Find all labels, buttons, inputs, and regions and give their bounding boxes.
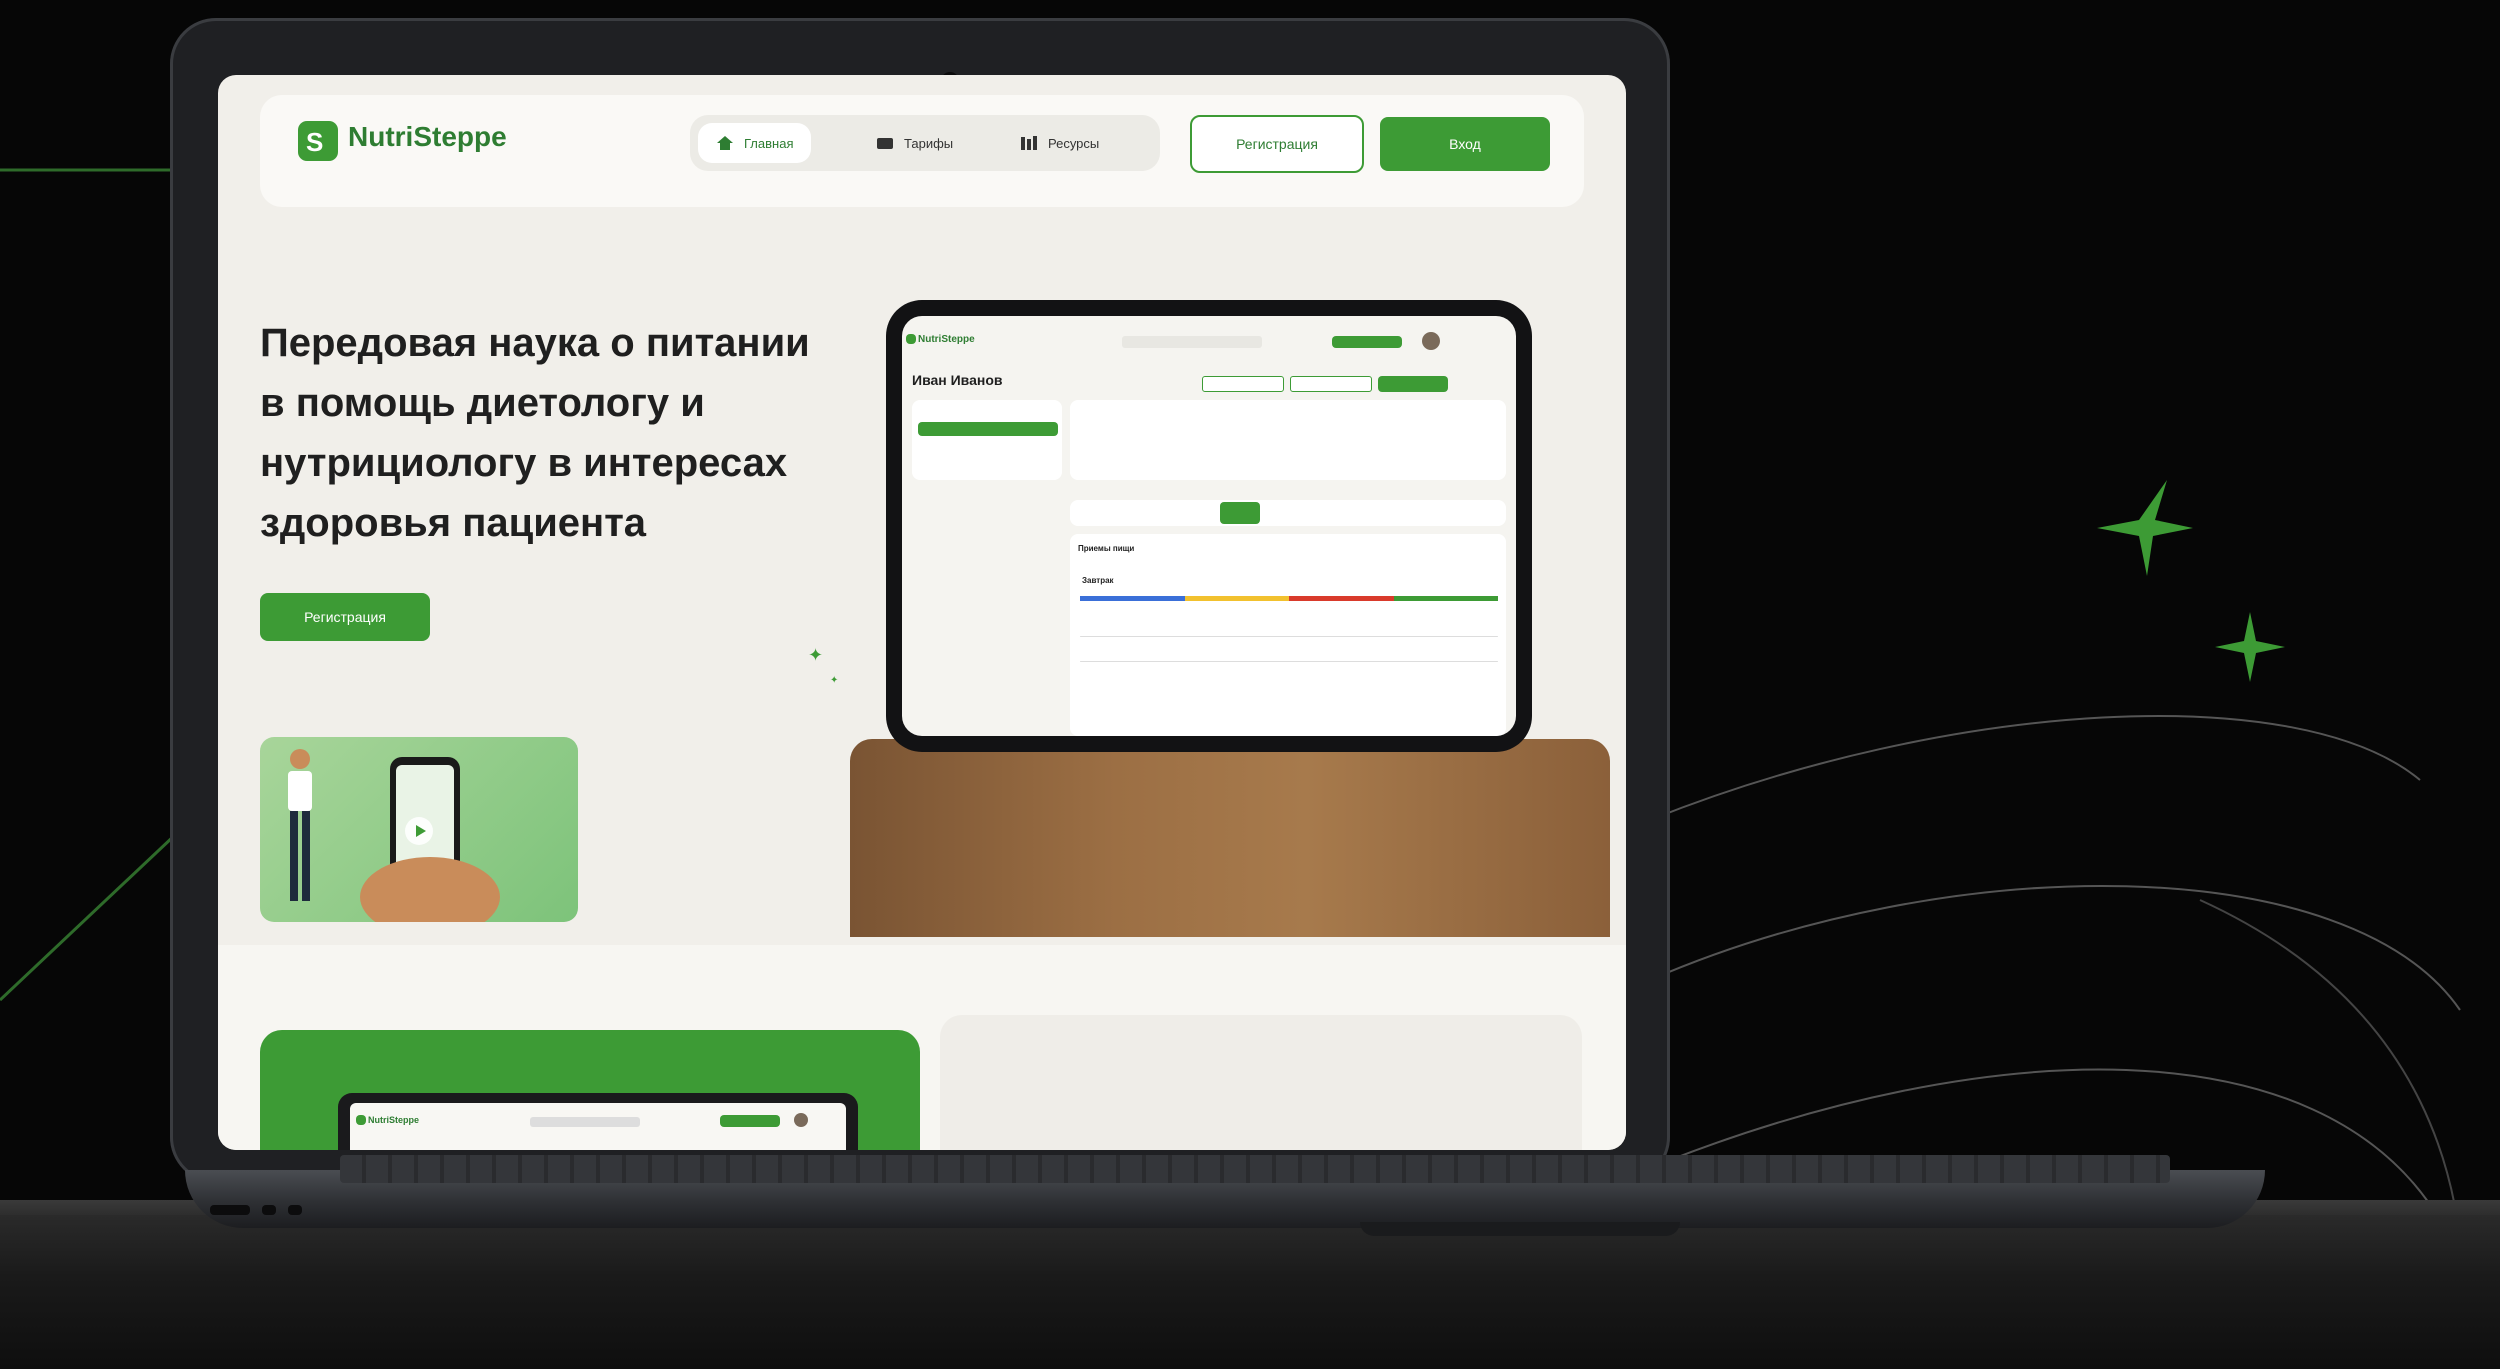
hero-title-line: Передовая наука о питании: [260, 321, 810, 365]
logo-icon[interactable]: S: [298, 121, 338, 161]
logo-icon: [906, 334, 916, 344]
tablet-sidebar-active: [918, 422, 1058, 436]
brand-name[interactable]: NutriSteppe: [348, 121, 507, 153]
tablet-brand: NutriSteppe: [918, 334, 975, 345]
resources-icon: [1021, 136, 1037, 150]
mini-laptop-screen: NutriSteppe: [350, 1103, 846, 1150]
play-icon[interactable]: [405, 817, 433, 845]
tablet-button: [1202, 376, 1284, 392]
tablet-day-strip: [1070, 500, 1506, 526]
port: [262, 1205, 276, 1215]
wooden-stand: [850, 739, 1610, 937]
tablet-profile-card: [1070, 400, 1506, 480]
tablet-action: [1332, 336, 1402, 348]
hero-title: Передовая наука о питании в помощь дието…: [260, 313, 900, 553]
tablet-meals-card: [1070, 534, 1506, 736]
nav-item-tariffs[interactable]: Тарифы: [858, 123, 971, 163]
mini-laptop-brand: NutriSteppe: [368, 1115, 420, 1125]
sparkle-icon: [2097, 480, 2193, 576]
tablet-device: NutriSteppe Иван Иванов Приемы пищи Завт…: [886, 300, 1532, 752]
laptop-keyboard: [340, 1155, 2170, 1183]
sparkle-icon: ✦: [808, 645, 824, 665]
sparkle-icon: ✦: [830, 675, 839, 686]
tariffs-icon: [877, 138, 893, 149]
port: [288, 1205, 302, 1215]
home-icon: [717, 136, 733, 150]
tablet-meals-heading: Приемы пищи: [1078, 544, 1135, 553]
video-preview[interactable]: [260, 737, 578, 922]
nav-item-label: Ресурсы: [1048, 135, 1100, 151]
laptop-screen: S NutriSteppe Главная Тарифы Ресурсы Рег…: [218, 75, 1626, 1150]
tablet-button: [1290, 376, 1372, 392]
nav-item-label: Главная: [744, 135, 794, 151]
logo-icon: [356, 1115, 366, 1125]
hero-title-line: здоровья пациента: [260, 501, 647, 545]
scene: S NutriSteppe Главная Тарифы Ресурсы Рег…: [0, 0, 2500, 1369]
tablet-macros-bar: [1080, 596, 1498, 601]
login-button[interactable]: Вход: [1380, 117, 1550, 171]
tablet-table-row: [1080, 636, 1498, 637]
hero-title-line: в помощь диетологу и: [260, 381, 705, 425]
sparkle-icon: [2215, 612, 2285, 682]
mini-laptop-preview: NutriSteppe: [338, 1093, 858, 1150]
feature-card-light: [940, 1015, 1582, 1150]
nav-item-resources[interactable]: Ресурсы: [1002, 123, 1117, 163]
mini-nav: [530, 1117, 640, 1127]
avatar: [794, 1113, 808, 1127]
tablet-table-row: [1080, 661, 1498, 662]
tablet-sidebar: [912, 400, 1062, 480]
tablet-patient-name: Иван Иванов: [912, 372, 1003, 388]
mini-action: [720, 1115, 780, 1127]
register-button[interactable]: Регистрация: [1190, 115, 1364, 173]
tablet-button: [1378, 376, 1448, 392]
tablet-nav: [1122, 336, 1262, 348]
top-navbar: S NutriSteppe Главная Тарифы Ресурсы Рег…: [260, 95, 1584, 207]
port: [210, 1205, 250, 1215]
hero-register-button[interactable]: Регистрация: [260, 593, 430, 641]
nav-item-label: Тарифы: [904, 135, 954, 151]
tablet-day-active: [1220, 502, 1260, 524]
hero-title-line: нутрициологу в интересах: [260, 441, 788, 485]
nav-tabs: Главная Тарифы Ресурсы: [690, 115, 1160, 171]
trackpad: [1360, 1222, 1680, 1236]
avatar: [1422, 332, 1440, 350]
tablet-screen: NutriSteppe Иван Иванов Приемы пищи Завт…: [902, 316, 1516, 736]
pedestal-base: [0, 1215, 2500, 1369]
nav-item-home[interactable]: Главная: [698, 123, 812, 163]
tablet-breakfast-label: Завтрак: [1082, 576, 1114, 585]
